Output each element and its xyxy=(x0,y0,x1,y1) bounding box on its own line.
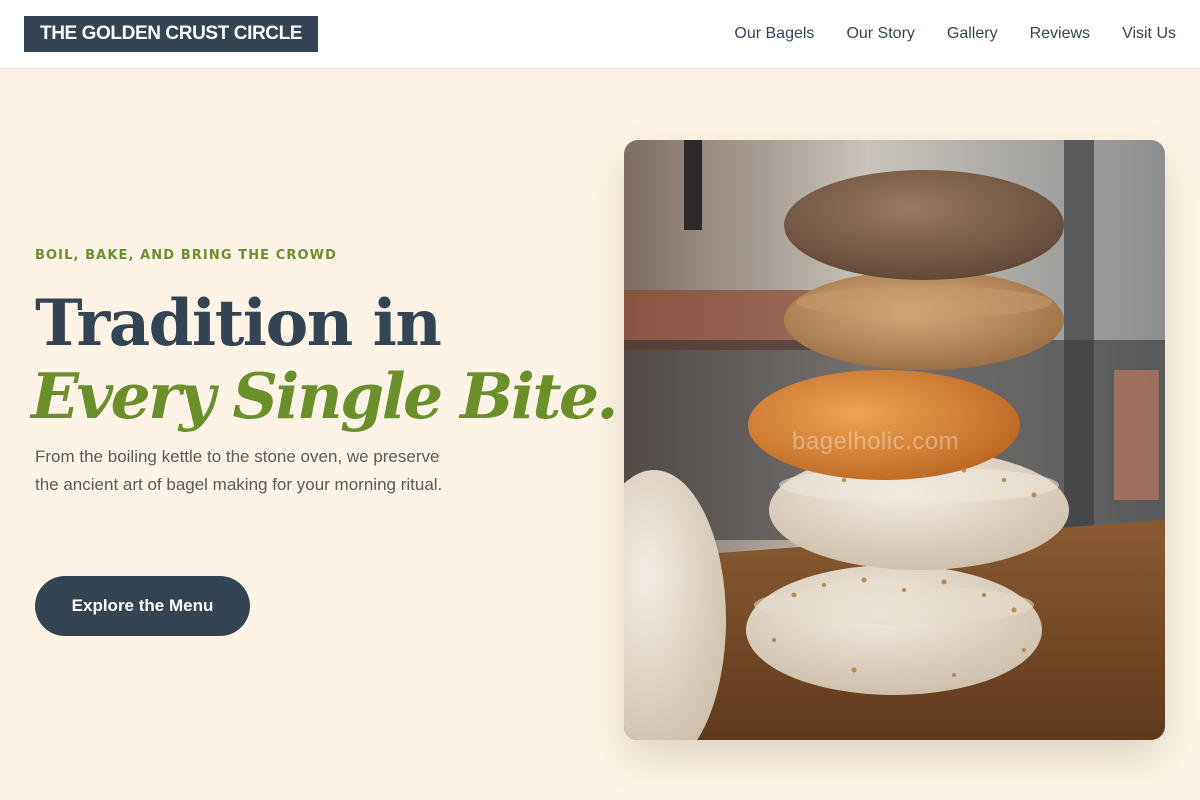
headline-line-2: Every Single Bite. xyxy=(31,359,618,433)
hero-bagel-stack-image: bagelholic.com xyxy=(624,140,1165,740)
hero-headline: Tradition in Every Single Bite. xyxy=(31,286,618,434)
nav-link-our-bagels[interactable]: Our Bagels xyxy=(734,25,814,43)
explore-menu-button[interactable]: Explore the Menu xyxy=(35,576,250,636)
hero-eyebrow: BOIL, BAKE, AND BRING THE CROWD xyxy=(35,248,338,263)
nav-link-reviews[interactable]: Reviews xyxy=(1030,25,1090,43)
nav-link-gallery[interactable]: Gallery xyxy=(947,25,998,43)
hero-subtext: From the boiling kettle to the stone ove… xyxy=(35,447,443,494)
brand-logo[interactable]: THE GOLDEN CRUST CIRCLE xyxy=(24,16,319,52)
headline-line-1: Tradition in xyxy=(35,286,442,361)
nav-link-visit-us[interactable]: Visit Us xyxy=(1122,25,1176,43)
hero-text: BOIL, BAKE, AND BRING THE CROWD Traditio… xyxy=(31,248,618,499)
image-watermark: bagelholic.com xyxy=(792,428,960,455)
site-header: THE GOLDEN CRUST CIRCLE Our Bagels Our S… xyxy=(0,0,1200,69)
main-nav: Our Bagels Our Story Gallery Reviews Vis… xyxy=(734,0,1176,68)
nav-link-our-story[interactable]: Our Story xyxy=(846,25,914,43)
